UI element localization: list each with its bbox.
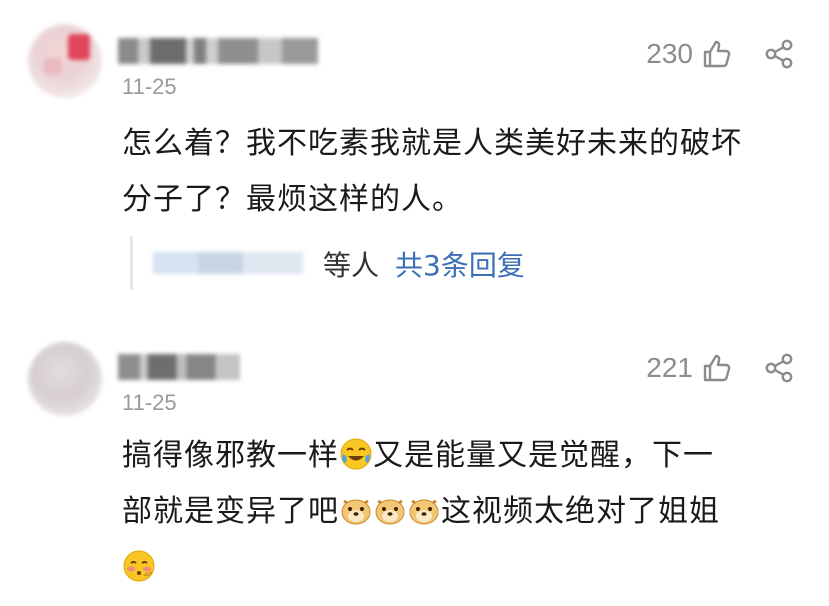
comment-text: 搞得像邪教一样 又是能量又是觉醒，下一 部就是变异了吧 这视频太绝对了姐姐: [122, 428, 802, 596]
text-segment: 又是能量又是觉醒，下一: [373, 438, 714, 473]
comment-date: 11-25: [122, 390, 177, 415]
comment-text-line: 分子了？最烦这样的人。: [122, 182, 463, 217]
doge-emoji: [339, 490, 373, 525]
share-icon[interactable]: [763, 352, 795, 384]
thumbs-up-icon[interactable]: [701, 38, 733, 70]
reply-username-blurred: [153, 252, 303, 274]
reply-preview[interactable]: 等人 共3条回复: [130, 236, 633, 290]
avatar[interactable]: [28, 24, 102, 98]
comment-text-line: 搞得像邪教一样 又是能量又是觉醒，下一: [122, 428, 802, 484]
laughing-tears-emoji: [339, 434, 373, 470]
reply-suffix: 等人: [323, 249, 380, 282]
username-blurred[interactable]: [118, 38, 318, 64]
share-icon[interactable]: [763, 38, 795, 70]
like-count: 221: [646, 352, 693, 383]
username-blurred[interactable]: [118, 354, 240, 380]
thumbs-up-icon[interactable]: [701, 352, 733, 384]
comment-item: 11-25 221 搞得像邪教一样 又是能量又是觉醒，下一 部就是变异了吧 这视…: [0, 318, 829, 606]
blushing-emoji: [122, 546, 156, 582]
comment-text-line: 怎么着？我不吃素我就是人类美好未来的破坏: [122, 126, 742, 161]
comment-actions: 221: [646, 352, 795, 384]
doge-emoji: [373, 490, 407, 525]
text-segment: 搞得像邪教一样: [122, 438, 339, 473]
doge-emoji: [407, 490, 441, 525]
comment-actions: 230: [646, 38, 795, 70]
like-count: 230: [646, 38, 693, 69]
text-segment: 部就是变异了吧: [122, 494, 339, 529]
comment-text-line: 部就是变异了吧 这视频太绝对了姐姐: [122, 484, 802, 540]
avatar[interactable]: [28, 342, 102, 416]
text-segment: 这视频太绝对了姐姐: [441, 494, 720, 529]
comment-date: 11-25: [122, 74, 177, 99]
comment-item: 11-25 230 怎么着？我不吃素我就是人类美好未来的破坏 分子了？最烦这样的…: [0, 0, 829, 318]
comment-text: 怎么着？我不吃素我就是人类美好未来的破坏 分子了？最烦这样的人。: [122, 116, 802, 228]
view-replies-link[interactable]: 共3条回复: [395, 244, 525, 284]
comment-text-line: [122, 540, 802, 596]
